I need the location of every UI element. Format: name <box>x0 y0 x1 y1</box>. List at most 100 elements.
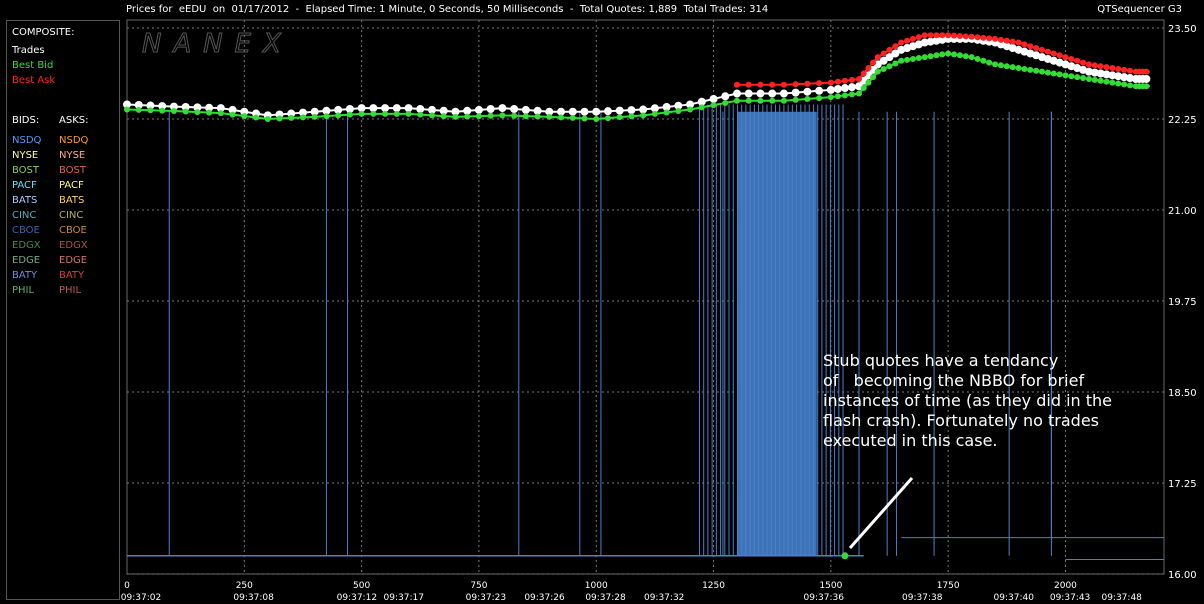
best-bid-point <box>1039 68 1045 75</box>
trades-point <box>833 84 842 93</box>
best-ask-point <box>1039 46 1045 53</box>
best-bid-point <box>546 113 553 120</box>
best-ask-point <box>804 80 811 87</box>
best-bid-point <box>1050 70 1057 77</box>
best-bid-point <box>827 94 834 101</box>
best-ask-point <box>880 50 887 57</box>
best-bid-point <box>335 112 342 119</box>
trades-point <box>627 106 636 115</box>
best-ask-point <box>734 81 740 88</box>
annotation-line: executed in this case. <box>823 431 998 450</box>
best-ask-point <box>915 34 922 41</box>
best-bid-point <box>1074 74 1081 81</box>
best-bid-point <box>792 96 799 103</box>
plot-frame <box>126 19 1165 575</box>
best-bid-point <box>1056 71 1063 78</box>
annotation-line: of becoming the NBBO for brief <box>823 371 1084 390</box>
stub-bid-point <box>841 552 849 560</box>
best-ask-point <box>1068 55 1075 62</box>
best-bid-point <box>593 116 600 122</box>
best-bid-point <box>986 59 993 66</box>
time-label: 09:37:38 <box>902 593 943 603</box>
time-label: 09:37:26 <box>524 593 565 603</box>
best-ask-point <box>1050 50 1057 57</box>
best-bid-point <box>927 53 934 60</box>
best-bid-point <box>147 107 154 114</box>
best-bid-point <box>1091 76 1098 83</box>
best-bid-point <box>393 110 400 117</box>
best-bid-point <box>962 53 969 60</box>
best-ask-point <box>856 75 862 82</box>
best-bid-point <box>276 115 283 122</box>
best-bid-point <box>698 104 705 111</box>
best-ask-point <box>1015 39 1022 46</box>
trades-point <box>709 94 718 103</box>
best-bid-point <box>804 95 811 102</box>
best-ask-point <box>945 32 952 39</box>
best-bid-point <box>1033 67 1040 74</box>
best-bid-point <box>182 108 189 115</box>
best-ask-point <box>769 81 776 88</box>
best-ask-point <box>780 81 787 88</box>
grid-lines <box>126 19 1165 575</box>
best-ask-point <box>1080 59 1087 66</box>
best-bid-point <box>452 113 459 120</box>
annotation-text: Stub quotes have a tendancy of becoming t… <box>823 351 1112 450</box>
best-bid-point <box>429 112 435 119</box>
best-bid-point <box>323 113 330 120</box>
best-bid-point <box>1097 77 1104 84</box>
best-ask-point <box>986 35 993 42</box>
trades-point <box>392 104 401 113</box>
time-label: 09:37:12 <box>337 593 377 603</box>
best-bid-point <box>909 55 916 62</box>
y-tick-label: 23.50 <box>1168 24 1197 35</box>
best-ask-point <box>834 78 841 85</box>
x-tick-label: 500 <box>353 581 370 591</box>
best-bid-point <box>1044 69 1051 76</box>
best-bid-point <box>974 55 981 62</box>
best-bid-point <box>370 110 377 117</box>
x-tick-label: 1250 <box>702 581 725 591</box>
best-ask-point <box>1091 62 1098 69</box>
best-ask-point <box>757 81 764 88</box>
best-bid-point <box>841 92 848 99</box>
best-bid-point <box>511 112 518 119</box>
y-tick-label: 21.00 <box>1168 206 1197 217</box>
best-bid-point <box>834 93 841 100</box>
trades-point <box>721 92 730 101</box>
best-bid-point <box>892 60 899 67</box>
best-ask-point <box>886 46 893 53</box>
best-ask-point <box>1056 52 1063 59</box>
best-ask-point <box>1027 43 1034 50</box>
best-bid-point <box>405 110 412 117</box>
best-bid-point <box>780 97 787 104</box>
best-bid-point <box>860 85 867 92</box>
best-ask-point <box>1121 66 1128 73</box>
best-bid-point <box>124 106 130 113</box>
best-ask-point <box>1085 61 1092 68</box>
best-bid-point <box>264 116 271 122</box>
best-bid-point <box>229 111 236 118</box>
best-bid-point <box>311 113 318 120</box>
best-ask-point <box>745 81 752 88</box>
y-tick-label: 17.25 <box>1168 479 1197 490</box>
best-bid-point <box>856 90 862 97</box>
best-ask-point <box>939 32 946 39</box>
best-ask-point <box>951 32 958 39</box>
best-bid-point <box>992 61 999 68</box>
time-label: 09:37:36 <box>804 593 845 603</box>
x-tick-label: 0 <box>124 581 130 591</box>
best-bid-point <box>1027 66 1034 73</box>
best-bid-point <box>299 114 306 121</box>
trades-point <box>847 83 856 92</box>
best-bid-point <box>904 56 911 63</box>
trades-point <box>510 104 519 113</box>
trades-point <box>639 105 648 114</box>
best-bid-point <box>675 107 682 114</box>
trades-point <box>498 104 507 113</box>
best-bid-point <box>848 91 855 98</box>
best-ask-point <box>792 81 799 88</box>
best-bid-point <box>745 97 752 104</box>
best-bid-point <box>816 95 823 102</box>
y-tick-label: 18.50 <box>1168 388 1197 399</box>
